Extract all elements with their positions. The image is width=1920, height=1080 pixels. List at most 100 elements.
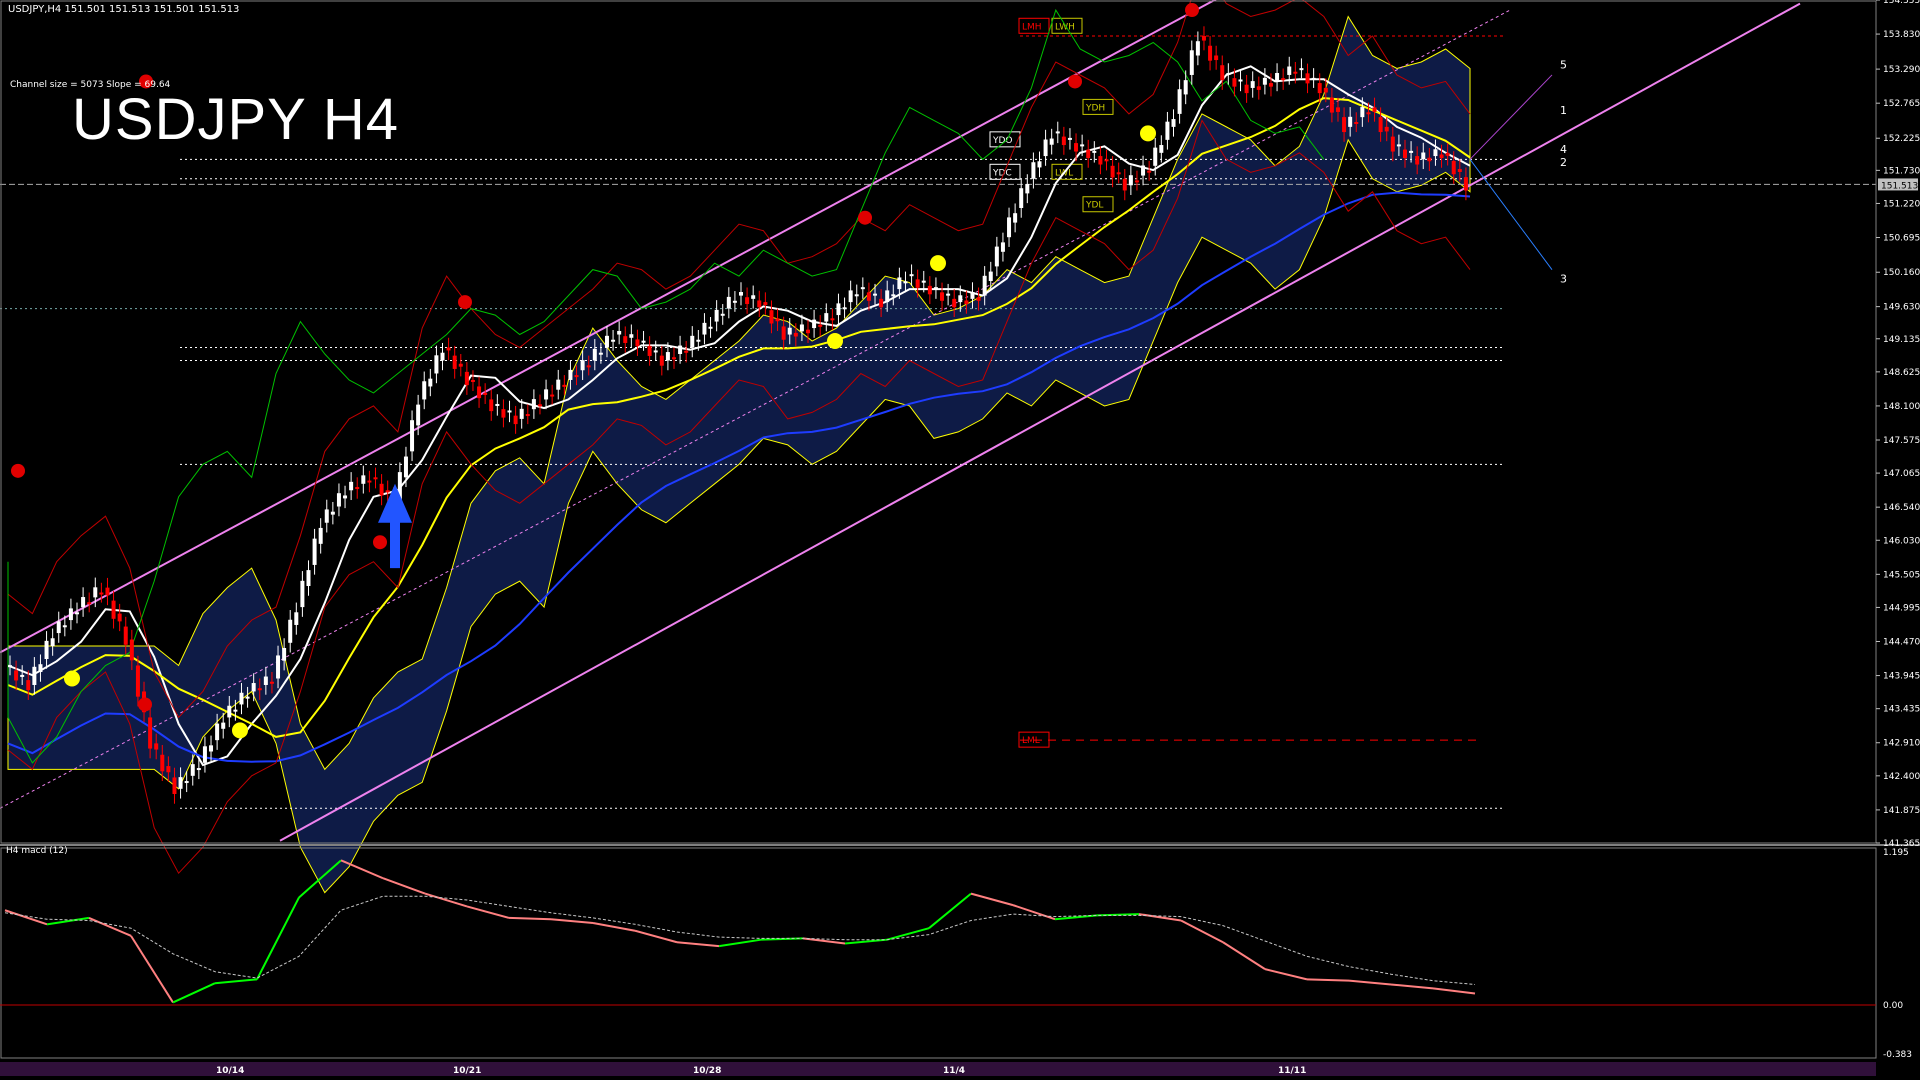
candle-body [1220,65,1225,81]
y-tick-label: 151.220 [1883,199,1920,209]
macd-main-segment [424,892,468,908]
signal-marker [11,463,25,478]
candle-body [933,287,938,290]
signal-marker [1140,125,1156,142]
candle-body [1360,107,1365,118]
candle-body [1165,121,1170,140]
signal-marker [373,535,387,550]
candle-body [1372,107,1377,112]
macd-main-segment [1096,913,1140,917]
candle-body [769,310,774,324]
y-tick-label: 150.160 [1883,268,1920,278]
candle-body [385,490,390,493]
macd-main-segment [1138,913,1182,922]
candle-body [288,619,293,643]
macd-main-segment [508,916,552,921]
candle-body [714,309,719,322]
candle-body [489,399,494,412]
level-label-lml: LML [1022,736,1040,746]
candle-body [20,674,25,677]
candle-body [836,303,841,316]
candle-body [330,511,335,515]
candle-body [1049,138,1054,145]
candle-body [1037,161,1042,168]
candle-body [739,292,743,296]
candle-body [1031,162,1036,179]
candle-body [440,352,445,361]
candle-body [860,287,865,290]
level-label-ydo: YDO [992,136,1013,146]
macd-main-segment [1180,919,1224,944]
macd-main-segment [718,938,762,948]
y-tick-label: 142.400 [1883,772,1920,782]
candle-body [921,280,926,283]
candle-body [263,676,268,685]
projection-label: 5 [1560,58,1567,71]
candle-body [196,768,201,771]
candle-body [1451,160,1456,175]
candle-body [1104,159,1109,162]
candle-body [202,746,207,763]
candle-body [818,324,823,327]
candle-body [1445,152,1450,156]
macd-main-segment [970,892,1014,907]
y-tick-label: 147.575 [1883,436,1920,446]
candle-body [111,600,116,619]
candle-body [519,408,524,419]
candle-body [1025,183,1030,194]
candle-body [1433,149,1438,157]
candle-body [1128,175,1133,186]
candle-body [1402,149,1407,159]
candle-body [209,745,214,752]
candle-body [26,680,31,691]
candle-body [129,639,134,661]
candle-body [1007,217,1012,238]
candle-body [434,355,439,374]
x-tick-label: 10/21 [453,1066,481,1076]
candle-body [708,326,713,329]
macd-tick-label: 0.00 [1883,1001,1903,1011]
candle-body [1250,81,1255,88]
candle-body [343,495,348,499]
macd-main-segment [550,918,594,925]
y-tick-label: 145.505 [1883,570,1920,580]
candle-body [239,692,244,705]
macd-main-segment [676,941,720,948]
candle-body [1226,73,1231,76]
candle-body [556,379,561,390]
candle-body [483,392,488,395]
candle-body [1043,139,1048,157]
candle-body [513,415,518,425]
x-tick-label: 10/28 [693,1066,721,1076]
macd-signal-line [4,895,1476,985]
candle-body [44,640,49,660]
candle-body [824,313,829,322]
candle-body [873,293,878,296]
channel-lower [279,2,1801,842]
candle-body [1098,156,1103,165]
signal-marker [1068,74,1082,89]
candle-body [806,329,811,334]
candle-body [105,587,110,596]
y-tick-label: 149.135 [1883,335,1920,345]
candle-body [68,608,73,621]
candle-body [1275,73,1280,82]
y-tick-label: 142.910 [1883,739,1920,749]
y-tick-label: 154.355 [1883,0,1920,6]
macd-main-segment [1432,987,1476,995]
candle-body [379,483,384,496]
candle-body [659,355,664,366]
candle-body [964,300,969,305]
y-tick-label: 152.225 [1883,134,1920,144]
candle-body [403,456,408,478]
x-tick-label: 11/4 [943,1066,965,1076]
y-tick-label: 144.995 [1883,603,1920,613]
y-tick-label: 141.875 [1883,806,1920,816]
candle-body [495,403,500,406]
candle-body [1153,147,1158,166]
candle-body [1195,41,1200,56]
projection-label: 4 [1560,143,1567,156]
candle-body [787,327,792,335]
macd-tick-label: 1.195 [1883,848,1909,858]
macd-main-segment [592,922,636,932]
